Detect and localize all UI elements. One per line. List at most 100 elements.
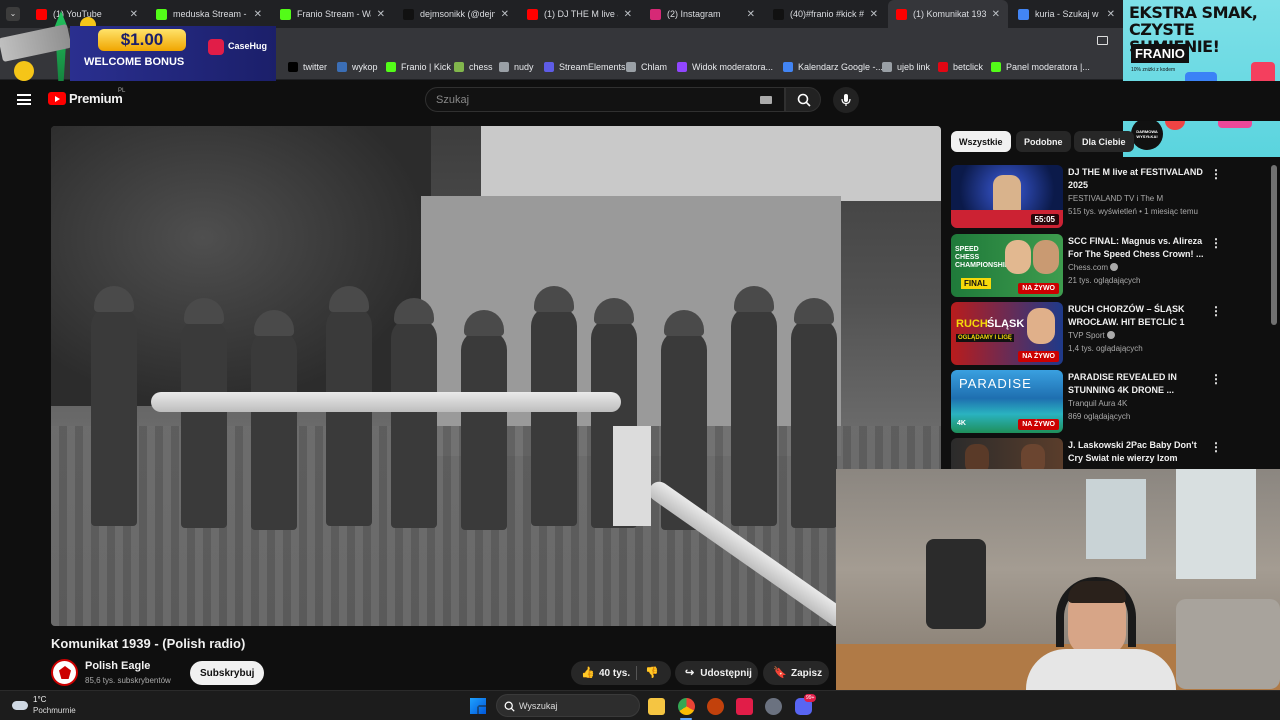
browser-tab[interactable]: (1) DJ THE M live at F ✕ — [519, 0, 640, 28]
casehug-brand: CaseHug — [228, 41, 268, 51]
close-tab-icon[interactable]: ✕ — [1107, 9, 1115, 20]
globe-icon — [882, 62, 892, 72]
bookmark-item[interactable]: StreamElements — [544, 59, 626, 75]
tab-favicon-icon — [1018, 8, 1029, 20]
channel-avatar[interactable] — [51, 659, 78, 686]
close-tab-icon[interactable]: ✕ — [624, 9, 632, 20]
close-tab-icon[interactable]: ✕ — [747, 9, 755, 20]
chip-for-you[interactable]: Dla Ciebie — [1074, 131, 1134, 152]
browser-tab[interactable]: (40)#franio #kick #D ✕ — [765, 0, 886, 28]
settings-gear-icon[interactable] — [765, 698, 782, 715]
chrome-icon[interactable] — [678, 698, 695, 715]
voice-search-button[interactable] — [833, 87, 859, 113]
recommendation-item[interactable]: RUCH ŚLĄSK OGLĄDAMY I LIGĘ NA ŻYWO RUCH … — [951, 302, 1261, 365]
browser-tab[interactable]: kuria - Szukaj w Goo ✕ — [1010, 0, 1123, 28]
recommendation-channel[interactable]: TVP Sport — [1068, 331, 1115, 340]
microphone-icon — [841, 94, 851, 106]
bookmark-label: Chlam — [641, 62, 668, 72]
bookmark-item[interactable]: Chlam — [626, 59, 667, 75]
close-tab-icon[interactable]: ✕ — [501, 9, 509, 20]
video-thumbnail[interactable]: 55:05 — [951, 165, 1063, 228]
recommendation-title[interactable]: PARADISE REVEALED IN STUNNING 4K DRONE .… — [1068, 371, 1208, 397]
duration-badge: 55:05 — [1030, 214, 1059, 225]
app-icon[interactable] — [707, 698, 724, 715]
video-thumbnail[interactable] — [951, 438, 1063, 469]
folder-icon — [499, 62, 509, 72]
thumbs-up-icon[interactable]: 👍 — [581, 667, 595, 679]
recommendation-title[interactable]: RUCH CHORZÓW – ŚLĄSK WROCŁAW. HIT BETCLI… — [1068, 303, 1208, 330]
weather-temperature[interactable]: 1°C — [33, 695, 46, 704]
sidebar-scrollbar[interactable] — [1271, 165, 1277, 325]
kick-icon — [386, 62, 396, 72]
close-tab-icon[interactable]: ✕ — [992, 9, 1000, 20]
bookmark-item[interactable]: chess — [454, 59, 493, 75]
more-options-icon[interactable]: ⋮ — [1210, 440, 1222, 454]
close-tab-icon[interactable]: ✕ — [377, 9, 385, 20]
youtube-logo-icon[interactable] — [48, 92, 66, 105]
search-button[interactable] — [785, 87, 821, 112]
menu-icon[interactable] — [17, 94, 31, 105]
recommendation-item[interactable]: 55:05 DJ THE M live at FESTIVALAND 2025 … — [951, 165, 1261, 228]
bookmark-item[interactable]: ujeb link — [882, 59, 930, 75]
bookmark-item[interactable]: Franio | Kick — [386, 59, 451, 75]
video-title: Komunikat 1939 - (Polish radio) — [51, 636, 246, 651]
bookmark-item[interactable]: Panel moderatora |... — [991, 59, 1090, 75]
recommendation-title[interactable]: DJ THE M live at FESTIVALAND 2025 — [1068, 166, 1208, 192]
subscribe-button[interactable]: Subskrybuj — [190, 661, 265, 685]
browser-tab[interactable]: (2) Instagram ✕ — [642, 0, 763, 28]
tab-favicon-icon — [280, 8, 291, 20]
recommendation-title[interactable]: J. Laskowski 2Pac Baby Don't Cry Swiat n… — [1068, 439, 1208, 465]
recommendation-item[interactable]: SPEED CHESS CHAMPIONSHIP FINAL NA ŻYWO S… — [951, 234, 1261, 297]
save-button[interactable]: 🔖 Zapisz — [763, 661, 829, 685]
recommendation-item[interactable]: PARADISE 4K NA ŻYWO PARADISE REVEALED IN… — [951, 370, 1261, 433]
bookmark-item[interactable]: betclick — [938, 59, 983, 75]
like-count[interactable]: 40 tys. — [599, 668, 630, 679]
browser-tab[interactable]: Franio Stream - Wate ✕ — [272, 0, 393, 28]
taskbar-search[interactable]: Wyszukaj — [496, 694, 640, 717]
recommendation-item[interactable]: J. Laskowski 2Pac Baby Don't Cry Swiat n… — [951, 438, 1261, 469]
bookmark-item[interactable]: Kalendarz Google -... — [783, 59, 883, 75]
globe-icon — [626, 62, 636, 72]
twitch-icon — [677, 62, 687, 72]
bookmark-item[interactable]: Widok moderatora... — [677, 59, 773, 75]
more-options-icon[interactable]: ⋮ — [1210, 304, 1222, 318]
franio-ad-overlay[interactable]: EKSTRA SMAK, CZYSTE SUMIENIE! FRANIO 10%… — [1123, 0, 1280, 157]
thumbs-down-icon[interactable]: 👎 — [645, 667, 659, 679]
search-input[interactable]: Szukaj — [425, 87, 785, 112]
recommendation-channel[interactable]: Tranquil Aura 4K — [1068, 399, 1127, 408]
video-player[interactable] — [51, 126, 941, 626]
casehug-ad-overlay[interactable]: $1.00 WELCOME BONUS CaseHug — [0, 11, 276, 86]
live-badge: NA ŻYWO — [1018, 283, 1059, 294]
windows-start-icon[interactable] — [470, 698, 486, 714]
snipping-tool-icon[interactable] — [736, 698, 753, 715]
youtube-premium-wordmark[interactable]: Premium — [69, 91, 123, 106]
recommendation-channel[interactable]: Chess.com — [1068, 263, 1119, 272]
chess-icon — [454, 62, 464, 72]
more-options-icon[interactable]: ⋮ — [1210, 236, 1222, 250]
bookmark-item[interactable]: wykop — [337, 59, 378, 75]
bookmark-item[interactable]: twitter — [288, 59, 327, 75]
share-button[interactable]: ↪ Udostępnij — [675, 661, 758, 685]
video-thumbnail[interactable]: PARADISE 4K NA ŻYWO — [951, 370, 1063, 433]
file-explorer-icon[interactable] — [648, 698, 665, 715]
casehug-logo-icon — [208, 39, 224, 55]
more-options-icon[interactable]: ⋮ — [1210, 167, 1222, 181]
video-thumbnail[interactable]: RUCH ŚLĄSK OGLĄDAMY I LIGĘ NA ŻYWO — [951, 302, 1063, 365]
weather-condition[interactable]: Pochmurnie — [33, 706, 76, 715]
recommendation-channel[interactable]: FESTIVALAND TV i The M — [1068, 194, 1163, 203]
close-tab-icon[interactable]: ✕ — [870, 9, 878, 20]
more-options-icon[interactable]: ⋮ — [1210, 372, 1222, 386]
recommendation-title[interactable]: SCC FINAL: Magnus vs. Alireza For The Sp… — [1068, 235, 1208, 261]
chip-related[interactable]: Podobne — [1016, 131, 1071, 152]
chip-all[interactable]: Wszystkie — [951, 131, 1011, 152]
bookmark-item[interactable]: nudy — [499, 59, 534, 75]
keyboard-icon[interactable] — [760, 96, 772, 104]
channel-name[interactable]: Polish Eagle — [85, 660, 150, 672]
bookmark-icon: 🔖 — [773, 667, 787, 679]
ad-banner: $1.00 WELCOME BONUS CaseHug — [70, 26, 276, 83]
video-thumbnail[interactable]: SPEED CHESS CHAMPIONSHIP FINAL NA ŻYWO — [951, 234, 1063, 297]
cast-icon[interactable] — [1097, 36, 1108, 45]
player-face-graphic — [1005, 240, 1031, 274]
browser-tab[interactable]: dejmsonikk (@dejms ✕ — [395, 0, 517, 28]
browser-tab[interactable]: (1) Komunikat 1939 - ✕ — [888, 0, 1008, 28]
